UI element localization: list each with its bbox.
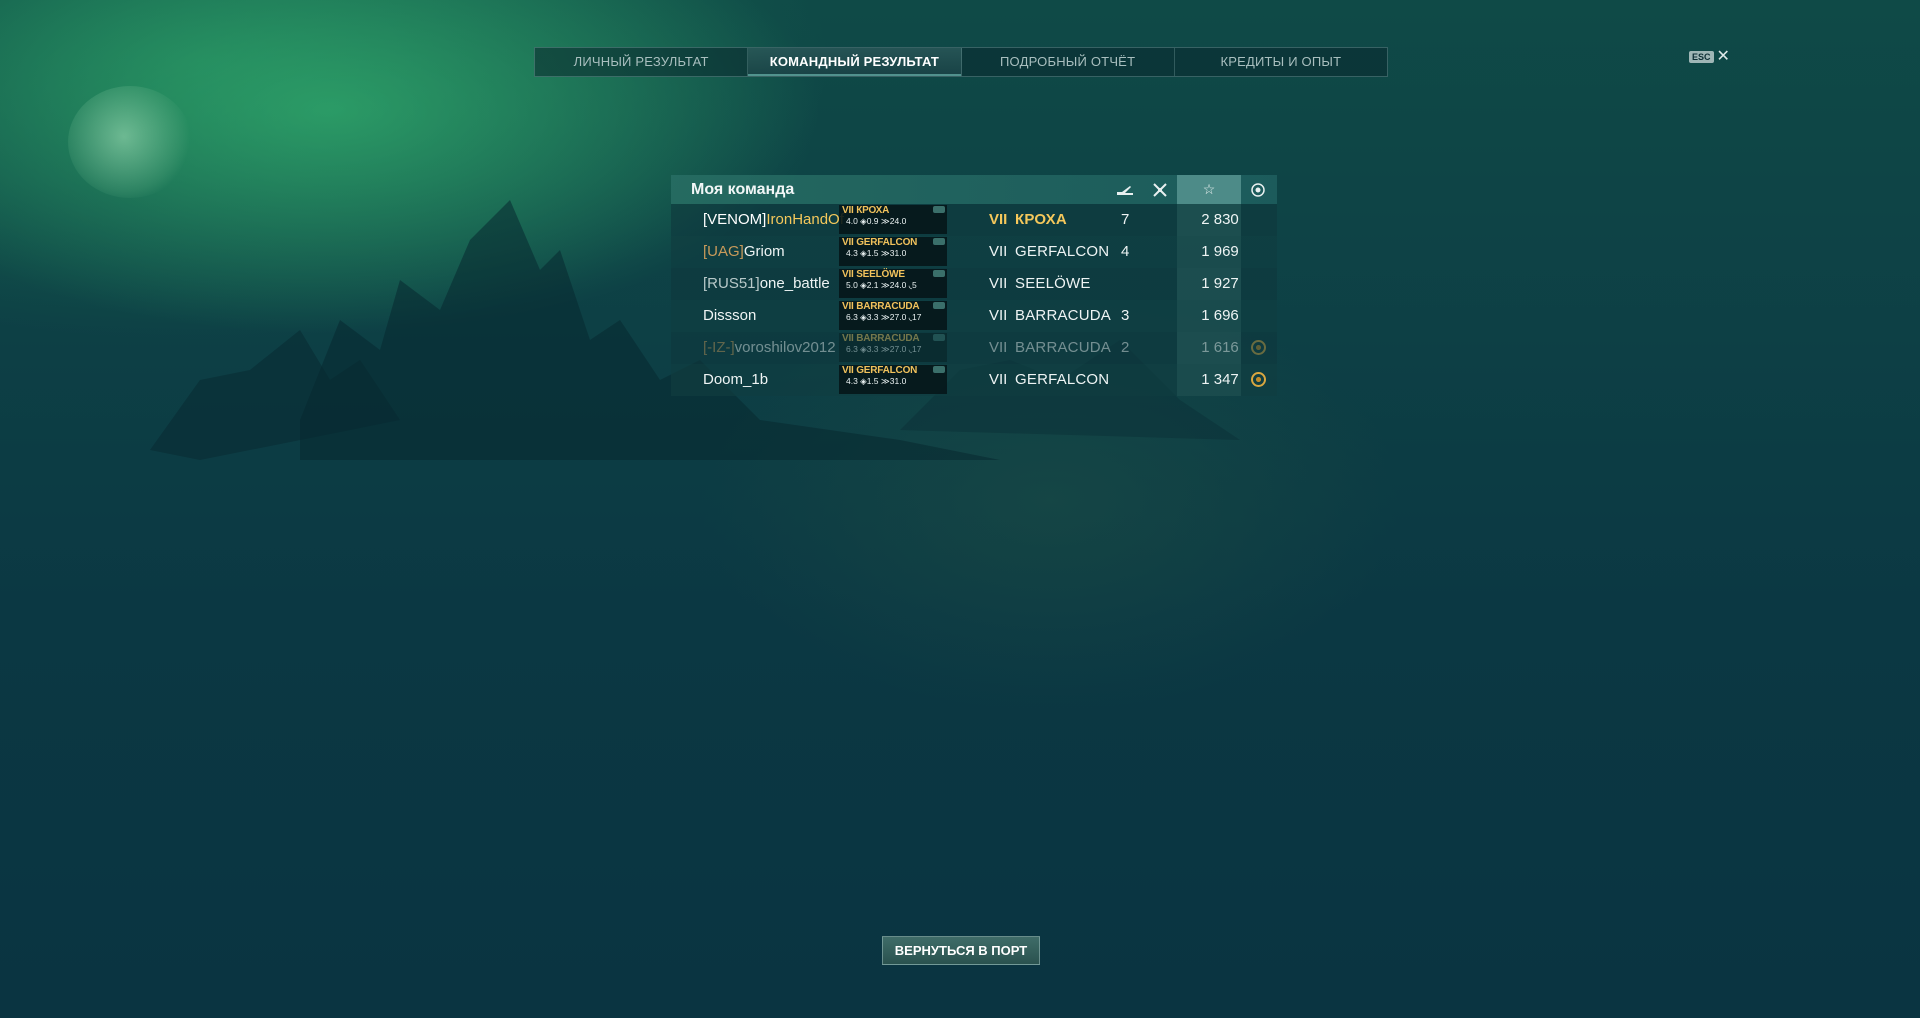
score-value: 1 696 [1201,307,1239,324]
medal-icon[interactable] [1251,372,1266,387]
team-panel: Моя команда ☆ [VENOM]IronHandOf VII КРОХ… [671,175,1277,396]
player-row[interactable]: Dissson VII BARRACUDA 6.3 ◈3.3 ≫27.0 ◟17… [671,300,1277,332]
team-title: Моя команда [691,180,795,198]
ship-class-icon [933,270,945,277]
ship-card-stats: 6.3 ◈3.3 ≫27.0 ◟17 [846,312,922,322]
tab-credits-and-xp[interactable]: КРЕДИТЫ И ОПЫТ [1175,48,1387,76]
tab-detailed-report[interactable]: ПОДРОБНЫЙ ОТЧЁТ [962,48,1175,76]
kills-count: 2 [1121,339,1130,356]
ship-card-name: VII GERFALCON [842,237,918,248]
clan-tag: [-IZ-] [703,339,735,356]
close-button[interactable]: ESC ✕ [1689,49,1730,65]
player-name: [RUS51]one_battle [703,275,830,292]
kills-count: 3 [1121,307,1130,324]
ship-name: BARRACUDA [1015,339,1111,356]
nickname: Doom_1b [703,371,769,388]
ship-card-name: VII КРОХА [842,205,890,216]
ship-card-name: VII BARRACUDA [842,333,920,344]
nickname: voroshilov2012 [734,339,836,356]
nickname: Dissson [703,307,757,324]
ship-name: GERFALCON [1015,371,1110,388]
ship-class-icon [933,302,945,309]
ship-card: VII GERFALCON 4.3 ◈1.5 ≫31.0 [839,237,947,266]
ship-tier: VII [989,307,1008,324]
ship-card: VII BARRACUDA 6.3 ◈3.3 ≫27.0 ◟17 [839,301,947,330]
score-value: 2 830 [1201,211,1239,228]
close-icon[interactable]: ✕ [1717,49,1730,65]
clan-tag: [UAG] [703,243,744,260]
ship-tier: VII [989,275,1008,292]
tab-personal-result[interactable]: ЛИЧНЫЙ РЕЗУЛЬТАТ [535,48,749,76]
ship-name: BARRACUDA [1015,307,1111,324]
nickname: one_battle [759,275,830,292]
ship-name: КРОХА [1015,211,1067,228]
ship-name: SEELÖWE [1015,275,1091,292]
team-table: [VENOM]IronHandOf VII КРОХА 4.0 ◈0.9 ≫24… [671,204,1277,396]
ship-card: VII BARRACUDA 6.3 ◈3.3 ≫27.0 ◟17 [839,333,947,362]
ship-class-icon [933,238,945,245]
player-row[interactable]: [VENOM]IronHandOf VII КРОХА 4.0 ◈0.9 ≫24… [671,204,1277,236]
score-value: 1 347 [1201,371,1239,388]
player-name: [UAG]Griom [703,243,785,260]
ship-tier: VII [989,211,1008,228]
player-row[interactable]: [RUS51]one_battle VII SEELÖWE 5.0 ◈2.1 ≫… [671,268,1277,300]
player-row[interactable]: Doom_1b VII GERFALCON 4.3 ◈1.5 ≫31.0 VII… [671,364,1277,396]
medal-icon[interactable] [1251,340,1266,355]
ship-class-icon [933,206,945,213]
score-value: 1 927 [1201,275,1239,292]
team-panel-header: Моя команда ☆ [671,175,1277,204]
player-row[interactable]: [-IZ-]voroshilov2012 VII BARRACUDA 6.3 ◈… [671,332,1277,364]
ship-sunk-icon[interactable] [1108,175,1142,204]
result-tabs: ЛИЧНЫЙ РЕЗУЛЬТАТ КОМАНДНЫЙ РЕЗУЛЬТАТ ПОД… [534,47,1388,77]
kills-count: 4 [1121,243,1130,260]
ship-card-name: VII GERFALCON [842,365,918,376]
ship-card-name: VII BARRACUDA [842,301,920,312]
ship-class-icon [933,366,945,373]
ship-card: VII GERFALCON 4.3 ◈1.5 ≫31.0 [839,365,947,394]
ship-card-stats: 4.3 ◈1.5 ≫31.0 [846,248,907,258]
medal-icon[interactable] [1241,175,1275,204]
score-value: 1 969 [1201,243,1239,260]
player-row[interactable]: [UAG]Griom VII GERFALCON 4.3 ◈1.5 ≫31.0 … [671,236,1277,268]
score-value: 1 616 [1201,339,1239,356]
player-name: Dissson [703,307,756,324]
clan-tag: [VENOM] [703,211,767,228]
tab-team-result[interactable]: КОМАНДНЫЙ РЕЗУЛЬТАТ [748,48,962,76]
kills-count: 7 [1121,211,1130,228]
ship-card-stats: 4.0 ◈0.9 ≫24.0 [846,216,907,226]
player-name: Doom_1b [703,371,768,388]
ship-tier: VII [989,339,1008,356]
ship-tier: VII [989,371,1008,388]
plane-shot-icon[interactable] [1143,175,1177,204]
ship-card-stats: 6.3 ◈3.3 ≫27.0 ◟17 [846,344,922,354]
nickname: IronHandOf [766,211,844,228]
clan-tag: [RUS51] [703,275,760,292]
ship-card: VII SEELÖWE 5.0 ◈2.1 ≫24.0 ◟5 [839,269,947,298]
return-to-port-button[interactable]: ВЕРНУТЬСЯ В ПОРТ [882,936,1040,965]
ship-card-name: VII SEELÖWE [842,269,905,280]
esc-key-hint: ESC [1689,51,1714,63]
ship-card-stats: 5.0 ◈2.1 ≫24.0 ◟5 [846,280,917,290]
ship-tier: VII [989,243,1008,260]
nickname: Griom [743,243,785,260]
ship-card-stats: 4.3 ◈1.5 ≫31.0 [846,376,907,386]
star-icon[interactable]: ☆ [1177,175,1241,204]
ship-name: GERFALCON [1015,243,1110,260]
player-name: [-IZ-]voroshilov2012 [703,339,836,356]
ship-class-icon [933,334,945,341]
player-name: [VENOM]IronHandOf [703,211,844,228]
ship-card: VII КРОХА 4.0 ◈0.9 ≫24.0 [839,205,947,234]
